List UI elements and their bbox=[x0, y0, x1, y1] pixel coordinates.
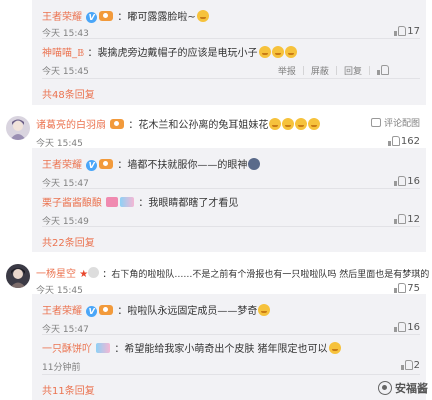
panda-badge-icon bbox=[88, 267, 100, 278]
comment-author-link[interactable]: 一杨星空 bbox=[36, 269, 76, 280]
laugh-emoji-icon bbox=[258, 46, 271, 58]
fan-badge-icon bbox=[96, 343, 111, 353]
thumb-up-icon bbox=[394, 322, 407, 332]
reply-author-link[interactable]: 栗子酱酱酿酿 bbox=[42, 198, 102, 209]
divider bbox=[42, 226, 420, 227]
block-link[interactable]: 屏蔽 bbox=[311, 64, 329, 77]
like-count: 12 bbox=[407, 214, 420, 225]
reply-item: 栗子酱酱酿酿 ：我眼睛都瞎了才看见 今天 15:49 12 bbox=[42, 194, 420, 227]
reply-item: 王者荣耀 V ：啦啦队永远固定成员——梦奇 今天 15:47 16 bbox=[42, 302, 420, 335]
reply-text: ：嘟可露露脸啦~ bbox=[117, 12, 196, 23]
thumb-up-icon bbox=[400, 360, 413, 370]
reply-author-link[interactable]: 王者荣耀 bbox=[42, 12, 82, 23]
reply-author-link[interactable]: 神喵喵_𝔹 bbox=[42, 48, 84, 59]
laugh-emoji-icon bbox=[269, 118, 282, 130]
reply-thread-3: 王者荣耀 V ：啦啦队永远固定成员——梦奇 今天 15:47 16 一只酥饼吖 … bbox=[32, 294, 426, 400]
divider bbox=[42, 334, 420, 335]
reply-item: 神喵喵_𝔹 ：裴擒虎旁边戴帽子的应该是电玩小子 今天 15:45 举报 | 屏蔽 |… bbox=[42, 44, 420, 80]
avatar[interactable] bbox=[6, 264, 30, 288]
watermark: 安福酱 bbox=[378, 380, 428, 396]
reply-text: ：墙都不扶就服你——的眼神 bbox=[117, 160, 248, 171]
reply-author-link[interactable]: 王者荣耀 bbox=[42, 306, 82, 317]
reply-text: ：我眼睛都瞎了才看见 bbox=[138, 198, 239, 209]
like-count: 75 bbox=[407, 283, 420, 294]
wink-emoji-icon bbox=[328, 342, 341, 354]
comment-item: 诸葛亮的白羽扇 ：花木兰和公孙离的兔耳姐妹花 评论配图 今天 15:45 162 bbox=[0, 112, 426, 149]
like-count: 16 bbox=[407, 322, 420, 333]
like-button[interactable]: 75 bbox=[394, 283, 420, 294]
image-icon bbox=[370, 118, 381, 127]
comment-item: 一杨星空 ★ ：右下角的啦啦队……不是之前有个滑报也有一只啦啦队吗 然后里面也是… bbox=[0, 262, 430, 296]
divider bbox=[42, 188, 420, 189]
laugh-emoji-icon bbox=[282, 118, 295, 130]
reply-item: 一只酥饼吖 ：希望能给我家小萌奇出个皮肤 猪年限定也可以 11分钟前 2 bbox=[42, 340, 420, 373]
reply-author-link[interactable]: 一只酥饼吖 bbox=[42, 344, 92, 355]
divider bbox=[42, 374, 420, 375]
thumb-up-icon bbox=[394, 26, 407, 36]
reply-author-link[interactable]: 王者荣耀 bbox=[42, 160, 82, 171]
like-count: 162 bbox=[400, 136, 420, 147]
reply-thread-1: 王者荣耀 V ：嘟可露露脸啦~ 今天 15:43 17 神喵喵_𝔹 ：裴擒虎旁边… bbox=[32, 0, 426, 105]
laugh-emoji-icon bbox=[271, 46, 284, 58]
comment-image-label: 评论配图 bbox=[383, 119, 420, 129]
divider bbox=[42, 38, 420, 39]
sad-emoji-icon bbox=[258, 304, 271, 316]
divider bbox=[42, 78, 420, 79]
like-button[interactable]: 16 bbox=[394, 176, 420, 187]
thumb-up-icon bbox=[387, 136, 400, 146]
smile-emoji-icon bbox=[196, 10, 209, 22]
reply-link[interactable]: 回复 bbox=[344, 64, 362, 77]
verified-icon: V bbox=[86, 12, 98, 23]
reply-item: 王者荣耀 V ：墙都不扶就服你——的眼神 今天 15:47 16 bbox=[42, 156, 420, 189]
like-button[interactable]: 162 bbox=[387, 136, 420, 147]
laugh-emoji-icon bbox=[284, 46, 297, 58]
reply-time: 11分钟前 bbox=[42, 363, 81, 373]
view-more-replies-link[interactable]: 共11条回复 bbox=[42, 382, 95, 397]
reply-text: ：希望能给我家小萌奇出个皮肤 猪年限定也可以 bbox=[114, 344, 328, 355]
thumb-up-icon bbox=[394, 214, 407, 224]
member-badge-icon bbox=[106, 197, 119, 207]
reply-thread-2: 王者荣耀 V ：墙都不扶就服你——的眼神 今天 15:47 16 栗子酱酱酿酿 … bbox=[32, 148, 426, 252]
comment-author-link[interactable]: 诸葛亮的白羽扇 bbox=[36, 120, 106, 131]
laugh-emoji-icon bbox=[295, 118, 308, 130]
verified-icon: V bbox=[86, 160, 98, 171]
comment-image-link[interactable]: 评论配图 bbox=[370, 116, 420, 129]
wechat-logo-icon bbox=[378, 381, 392, 395]
level-badge-icon bbox=[99, 159, 114, 169]
level-badge-icon bbox=[99, 305, 114, 315]
side-eye-emoji-icon bbox=[248, 158, 261, 170]
like-button[interactable]: 17 bbox=[394, 26, 420, 37]
level-badge-icon bbox=[110, 119, 125, 129]
like-button[interactable]: 16 bbox=[394, 322, 420, 333]
laugh-emoji-icon bbox=[308, 118, 321, 130]
comment-text: ：花木兰和公孙离的兔耳姐妹花 bbox=[128, 120, 269, 131]
thumb-up-icon bbox=[394, 283, 407, 293]
view-more-replies-link[interactable]: 共48条回复 bbox=[42, 86, 95, 101]
view-more-replies-link[interactable]: 共22条回复 bbox=[42, 234, 95, 249]
thumb-up-icon[interactable] bbox=[377, 65, 389, 75]
like-button[interactable]: 12 bbox=[394, 214, 420, 225]
report-link[interactable]: 举报 bbox=[278, 64, 296, 77]
reply-text: ：啦啦队永远固定成员——梦奇 bbox=[117, 306, 258, 317]
avatar[interactable] bbox=[6, 116, 30, 140]
like-count: 16 bbox=[407, 176, 420, 187]
like-count: 2 bbox=[413, 360, 420, 371]
star-badge-icon: ★ bbox=[79, 269, 89, 280]
comment-text: ：右下角的啦啦队……不是之前有个滑报也有一只啦啦队吗 然后里面也是有梦琪的 bbox=[102, 270, 430, 280]
verified-icon: V bbox=[86, 306, 98, 317]
fan-badge-icon bbox=[120, 197, 135, 207]
watermark-text: 安福酱 bbox=[395, 382, 428, 395]
like-count: 17 bbox=[407, 26, 420, 37]
like-button[interactable]: 2 bbox=[400, 360, 420, 371]
level-badge-icon bbox=[99, 11, 114, 21]
reply-time: 今天 15:45 bbox=[42, 67, 89, 77]
reply-text: ：裴擒虎旁边戴帽子的应该是电玩小子 bbox=[87, 48, 258, 59]
thumb-up-icon bbox=[394, 176, 407, 186]
